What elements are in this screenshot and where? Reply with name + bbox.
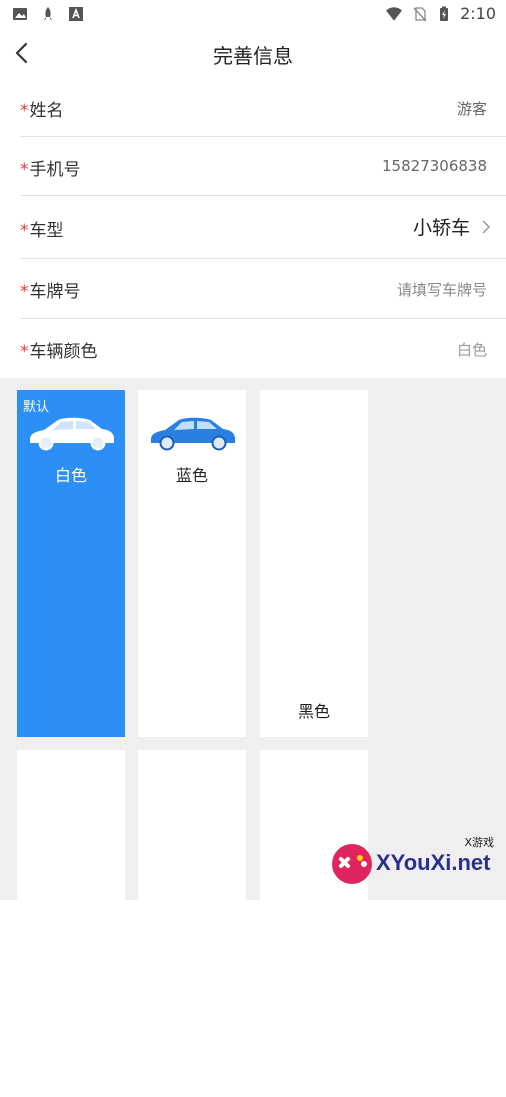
car-type-value[interactable]: 小轿车 xyxy=(413,213,470,240)
status-time: 2:10 xyxy=(460,4,496,23)
font-a-icon xyxy=(69,7,83,21)
phone-value[interactable]: 15827306838 xyxy=(382,157,487,175)
page-title: 完善信息 xyxy=(213,44,293,68)
watermark-text: XYouXi.net xyxy=(376,850,491,875)
form-row-plate[interactable]: *车牌号 请填写车牌号 xyxy=(0,259,506,319)
required-mark: * xyxy=(20,282,29,302)
nav-bar: 完善信息 xyxy=(0,28,506,79)
battery-charging-icon xyxy=(440,6,449,21)
form-row-name[interactable]: *姓名 游客 xyxy=(0,78,506,137)
required-mark: * xyxy=(20,101,29,121)
required-mark: * xyxy=(20,221,29,241)
color-value[interactable]: 白色 xyxy=(457,339,487,360)
color-option-black[interactable]: 黑色 xyxy=(260,390,368,737)
plate-label: *车牌号 xyxy=(20,282,81,302)
name-value[interactable]: 游客 xyxy=(457,98,487,119)
required-mark: * xyxy=(20,342,29,362)
color-picker: 默认 白色 蓝色 黑色 xyxy=(0,378,506,1097)
watermark-small-text: X游戏 xyxy=(464,836,494,849)
status-bar: 2:10 xyxy=(0,0,506,28)
color-option[interactable] xyxy=(138,750,246,1097)
color-option[interactable] xyxy=(260,750,368,1097)
color-option-blue[interactable]: 蓝色 xyxy=(138,390,246,737)
required-mark: * xyxy=(20,160,29,180)
car-type-label: *车型 xyxy=(20,221,64,241)
gamepad-logo-icon xyxy=(332,844,372,884)
form-row-color[interactable]: *车辆颜色 白色 xyxy=(0,319,506,378)
name-label: *姓名 xyxy=(20,101,64,121)
color-name: 黑色 xyxy=(297,702,330,721)
color-label: *车辆颜色 xyxy=(20,342,98,362)
watermark-logo: X游戏 XYouXi.net xyxy=(328,832,498,892)
phone-label: *手机号 xyxy=(20,160,81,180)
color-option-white[interactable]: 默认 白色 xyxy=(17,390,125,737)
color-option[interactable] xyxy=(17,750,125,1097)
car-icon xyxy=(30,417,114,451)
wifi-icon xyxy=(386,6,402,21)
car-icon xyxy=(151,417,235,451)
chevron-right-icon xyxy=(482,220,491,234)
form-row-phone[interactable]: *手机号 15827306838 xyxy=(0,137,506,196)
color-name: 蓝色 xyxy=(175,466,208,485)
plate-input[interactable]: 请填写车牌号 xyxy=(397,279,487,300)
image-icon xyxy=(13,8,27,20)
color-name: 白色 xyxy=(54,466,87,485)
no-sim-icon xyxy=(413,6,427,21)
rocket-icon xyxy=(44,7,52,20)
form-row-car-type[interactable]: *车型 小轿车 xyxy=(0,196,506,259)
